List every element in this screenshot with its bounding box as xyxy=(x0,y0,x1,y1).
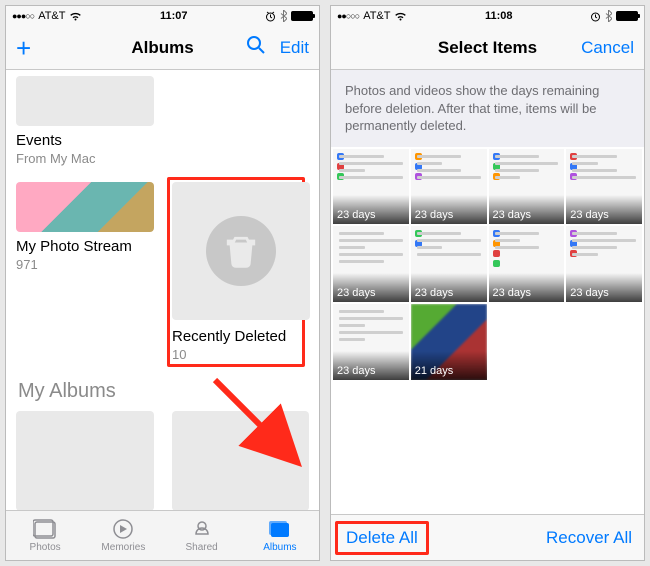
bluetooth-icon xyxy=(280,10,287,22)
photo-cell[interactable]: 23 days xyxy=(489,226,565,302)
days-badge: 23 days xyxy=(566,195,642,224)
add-album-button[interactable]: + xyxy=(16,35,31,61)
photo-cell[interactable]: 23 days xyxy=(566,226,642,302)
recover-all-button[interactable]: Recover All xyxy=(546,528,632,548)
battery-icon xyxy=(291,11,313,21)
select-content[interactable]: Photos and videos show the days remainin… xyxy=(331,70,644,514)
days-badge: 23 days xyxy=(333,195,409,224)
clock-label: 11:08 xyxy=(407,10,590,22)
tab-memories[interactable]: Memories xyxy=(84,511,162,560)
photo-cell[interactable]: 23 days xyxy=(489,149,565,225)
tab-label: Photos xyxy=(30,542,61,553)
albums-content[interactable]: Events From My Mac My Photo Stream 971 R… xyxy=(6,70,319,510)
tab-bar: Photos Memories Shared Albums xyxy=(6,510,319,560)
trash-icon xyxy=(206,216,276,286)
tab-shared[interactable]: Shared xyxy=(163,511,241,560)
tab-label: Shared xyxy=(186,542,218,553)
status-bar: ●●●○○ AT&T 11:07 xyxy=(6,6,319,26)
section-my-albums: My Albums xyxy=(6,362,319,411)
photo-cell[interactable]: 21 days xyxy=(411,304,487,380)
album-thumb xyxy=(172,182,310,320)
clock-label: 11:07 xyxy=(82,10,265,22)
tab-label: Albums xyxy=(263,542,296,553)
album-subtitle: 10 xyxy=(172,347,300,362)
bottom-toolbar: Delete All Recover All xyxy=(331,514,644,560)
photo-grid: 23 days 23 days 23 days 23 days 23 days … xyxy=(331,147,644,382)
phone-select-items: ●●○○○ AT&T 11:08 Select Items Cancel Pho… xyxy=(330,5,645,561)
tab-photos[interactable]: Photos xyxy=(6,511,84,560)
edit-button[interactable]: Edit xyxy=(280,38,309,58)
carrier-label: AT&T xyxy=(363,10,390,22)
photo-cell[interactable]: 23 days xyxy=(411,226,487,302)
album-title: Events xyxy=(16,132,154,149)
wifi-icon xyxy=(69,11,82,21)
album-recently-deleted[interactable]: Recently Deleted 10 xyxy=(167,177,305,367)
album-subtitle: 971 xyxy=(16,257,154,272)
album-subtitle: From My Mac xyxy=(16,151,154,166)
carrier-label: AT&T xyxy=(38,10,65,22)
album-thumb xyxy=(16,182,154,232)
album-events[interactable]: Events From My Mac xyxy=(16,76,154,166)
album-photo-stream[interactable]: My Photo Stream 971 xyxy=(16,182,154,362)
photo-cell[interactable]: 23 days xyxy=(566,149,642,225)
days-badge: 23 days xyxy=(411,195,487,224)
days-badge: 23 days xyxy=(333,273,409,302)
photo-cell[interactable]: 23 days xyxy=(411,149,487,225)
alarm-icon xyxy=(590,11,601,22)
tab-albums[interactable]: Albums xyxy=(241,511,319,560)
album-placeholder[interactable] xyxy=(16,411,154,510)
days-badge: 23 days xyxy=(489,273,565,302)
search-button[interactable] xyxy=(246,35,266,60)
my-albums-row xyxy=(6,411,319,510)
bluetooth-icon xyxy=(605,10,612,22)
days-badge: 23 days xyxy=(333,351,409,380)
cancel-button[interactable]: Cancel xyxy=(581,38,634,58)
tab-label: Memories xyxy=(101,542,145,553)
photo-cell[interactable]: 23 days xyxy=(333,149,409,225)
nav-bar: Select Items Cancel xyxy=(331,26,644,70)
delete-all-button[interactable]: Delete All xyxy=(343,525,421,551)
signal-dots-icon: ●●●○○ xyxy=(12,11,34,21)
album-title: My Photo Stream xyxy=(16,238,154,255)
signal-dots-icon: ●●○○○ xyxy=(337,11,359,21)
album-placeholder[interactable] xyxy=(172,411,310,510)
alarm-icon xyxy=(265,11,276,22)
days-badge: 21 days xyxy=(411,351,487,380)
nav-bar: + Albums Edit xyxy=(6,26,319,70)
phone-albums: ●●●○○ AT&T 11:07 + Albums Edit xyxy=(5,5,320,561)
photo-cell[interactable]: 23 days xyxy=(333,304,409,380)
wifi-icon xyxy=(394,11,407,21)
battery-icon xyxy=(616,11,638,21)
album-thumb xyxy=(16,76,154,126)
status-bar: ●●○○○ AT&T 11:08 xyxy=(331,6,644,26)
days-badge: 23 days xyxy=(411,273,487,302)
album-title: Recently Deleted xyxy=(172,328,300,345)
days-badge: 23 days xyxy=(489,195,565,224)
photo-cell[interactable]: 23 days xyxy=(333,226,409,302)
days-badge: 23 days xyxy=(566,273,642,302)
info-banner: Photos and videos show the days remainin… xyxy=(331,70,644,147)
